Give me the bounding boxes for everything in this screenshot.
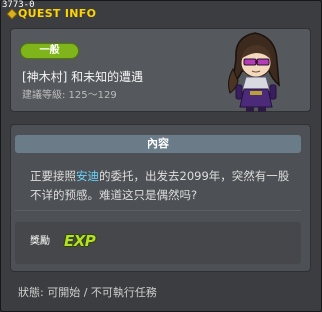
reward-label: 獎勵 — [30, 236, 50, 247]
quest-diamond-icon — [6, 8, 18, 20]
npc-name-link: 安迪 — [76, 169, 99, 183]
quest-status: 狀態: 可開始 / 不可執行任務 — [18, 286, 157, 299]
quest-type-badge: 一般 — [20, 43, 79, 59]
window-title: QUEST INFO — [18, 7, 97, 20]
content-header: 內容 — [15, 135, 301, 153]
content-divider — [15, 210, 301, 211]
reward-row — [15, 222, 301, 264]
exp-reward-icon: EXP — [64, 232, 96, 250]
quest-description: 正要接照安迪的委托，出发去2099年，突然有一股不详的预感。难道这只是偶然吗? — [30, 167, 300, 205]
titlebar: QUEST INFO — [6, 7, 97, 20]
recommended-level: 建議等級: 125～129 — [22, 90, 117, 101]
description-text-start: 正要接照 — [30, 169, 76, 183]
quest-name: [神木村] 和未知的遭遇 — [22, 70, 144, 84]
npc-portrait-icon — [228, 32, 280, 112]
